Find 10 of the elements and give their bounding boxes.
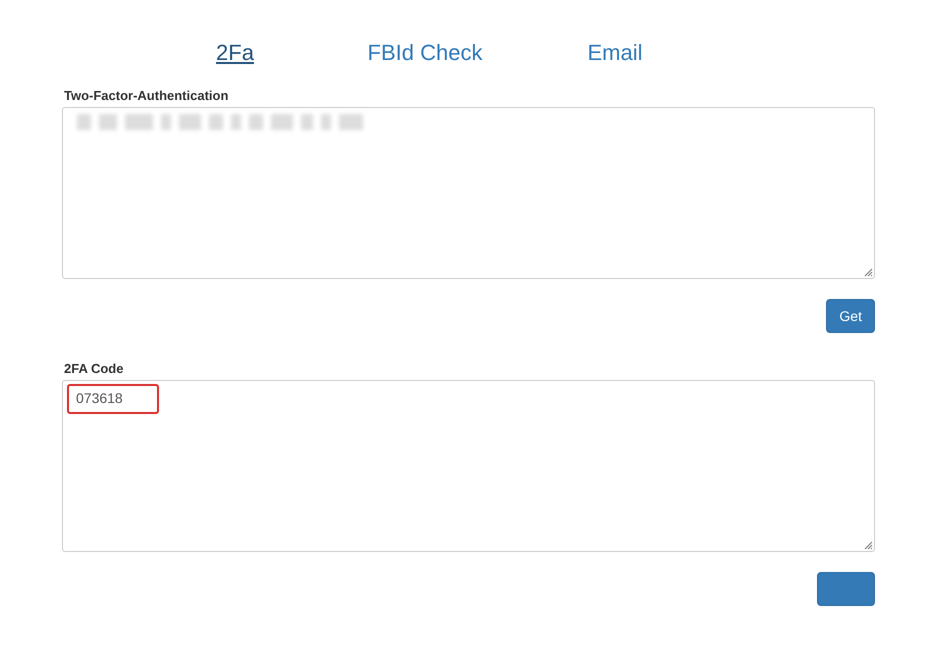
code-textarea[interactable]: 073618 xyxy=(62,380,875,552)
nav-tab[interactable]: 2Fa xyxy=(140,38,330,58)
get-button[interactable]: Get xyxy=(826,299,875,333)
code-value: 073618 xyxy=(76,390,123,406)
resize-grip-icon[interactable] xyxy=(864,268,873,277)
nav-tab[interactable]: Email xyxy=(520,38,710,58)
nav-tab[interactable]: FBId Check xyxy=(330,38,520,58)
field-label: 2FA Code xyxy=(64,361,124,377)
resize-grip-icon[interactable] xyxy=(864,541,873,550)
field-label: Two-Factor-Authentication xyxy=(64,88,228,104)
